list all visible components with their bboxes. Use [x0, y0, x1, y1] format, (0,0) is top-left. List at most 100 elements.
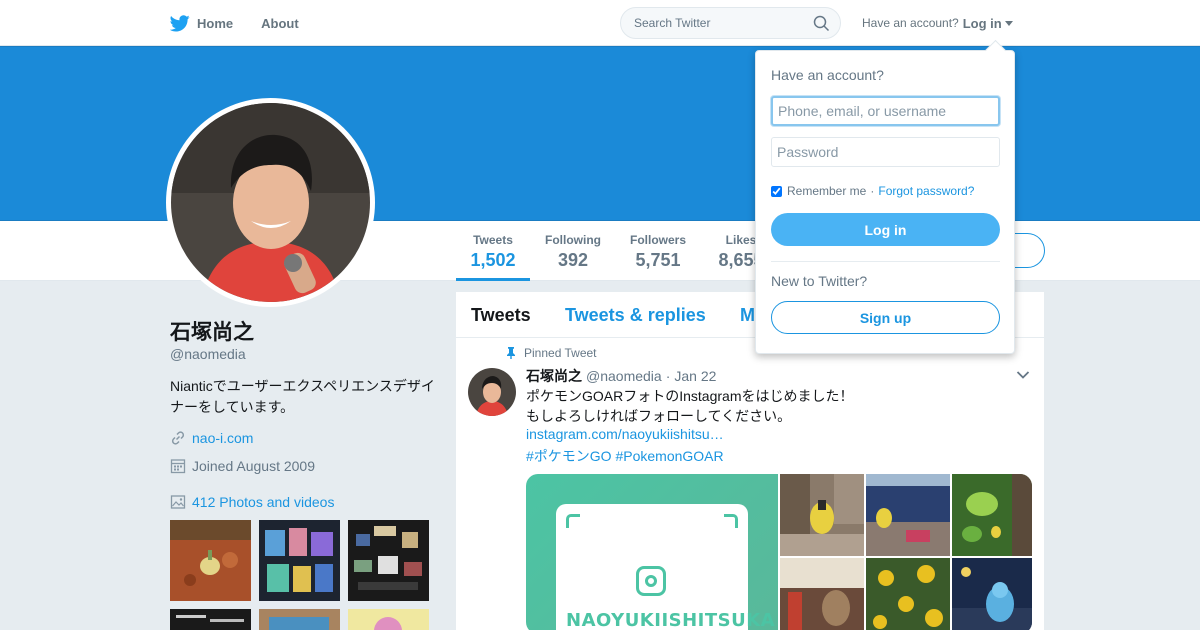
stat-followers[interactable]: Followers 5,751: [628, 233, 688, 271]
media-photo-image: [866, 474, 950, 556]
photos-videos-label: 412 Photos and videos: [192, 494, 335, 510]
media-photo-image: [952, 558, 1032, 630]
photo-thumbnail[interactable]: [348, 609, 429, 630]
login-toggle-label: Log in: [962, 15, 1002, 31]
remember-me-label[interactable]: Remember me: [787, 184, 866, 198]
nametag-corner: [724, 514, 738, 528]
instagram-icon: [636, 566, 666, 596]
media-photo-image: [780, 474, 864, 556]
profile-joined-row: Joined August 2009: [170, 458, 315, 474]
account-area: Have an account? Log in: [862, 0, 1013, 46]
tweet-dot-separator: ·: [665, 368, 671, 384]
tweet-media-grid[interactable]: NAOYUKIISHITSUKA: [526, 474, 1032, 630]
photo-thumbnail[interactable]: [170, 520, 251, 601]
profile-name: 石塚尚之: [170, 321, 254, 344]
tab-tweets-replies[interactable]: Tweets & replies: [565, 305, 706, 326]
media-photo-image: [952, 474, 1032, 556]
tweet-avatar[interactable]: [468, 368, 516, 416]
username-input[interactable]: [771, 96, 1000, 126]
nav-left: Home About: [170, 0, 327, 46]
top-navigation: Home About Search Twitter Have an accoun…: [0, 0, 1200, 46]
tweet-text-line-2: もしよろしければフォローしてください。: [526, 408, 792, 424]
caret-down-icon: [1004, 20, 1013, 26]
profile-website-link[interactable]: nao-i.com: [192, 430, 253, 446]
media-photo[interactable]: [780, 558, 864, 630]
password-input[interactable]: [771, 137, 1000, 167]
remember-me-row: Remember me · Forgot password?: [771, 184, 974, 198]
photo-icon: [170, 495, 186, 509]
pin-icon: [507, 347, 515, 359]
tweet-text: ポケモンGOARフォトのInstagramをはじめました！ もしよろしければフォ…: [526, 386, 853, 426]
search-input[interactable]: Search Twitter: [620, 7, 841, 39]
thumbnail-image: [348, 520, 429, 601]
media-photo[interactable]: [866, 558, 950, 630]
login-dropdown-toggle[interactable]: Log in: [963, 16, 1013, 31]
tweet-date[interactable]: Jan 22: [674, 368, 716, 384]
tweet-header: 石塚尚之 @naomedia · Jan 22: [526, 366, 716, 386]
media-photo[interactable]: [952, 558, 1032, 630]
media-photo[interactable]: [866, 474, 950, 556]
tweet-url-link[interactable]: instagram.com/naoyukiishitsu…: [526, 426, 724, 442]
nametag-username: NAOYUKIISHITSUKA: [566, 610, 776, 630]
tweet-author-handle[interactable]: @naomedia: [586, 368, 662, 384]
avatar-photo: [171, 103, 370, 302]
nametag-card: NAOYUKIISHITSUKA: [556, 504, 776, 630]
login-dropdown: Have an account? Remember me · Forgot pa…: [755, 50, 1015, 354]
photo-thumbnail[interactable]: [259, 609, 340, 630]
photo-thumbnail[interactable]: [348, 520, 429, 601]
stat-tweets-value: 1,502: [470, 250, 516, 270]
active-stat-underline: [456, 278, 530, 281]
stat-tweets[interactable]: Tweets 1,502: [470, 233, 516, 271]
profile-joined: Joined August 2009: [192, 458, 315, 474]
dropdown-divider: [771, 261, 1000, 262]
avatar-portrait-image: [171, 103, 370, 302]
profile-handle[interactable]: @naomedia: [170, 346, 246, 362]
photo-thumbnail[interactable]: [170, 609, 251, 630]
thumbnail-image: [348, 609, 429, 630]
remember-separator: ·: [870, 184, 875, 198]
nav-home[interactable]: Home: [170, 0, 233, 46]
login-dropdown-title: Have an account?: [771, 67, 884, 83]
stat-followers-label: Followers: [629, 233, 686, 247]
tweet-avatar-image: [468, 368, 516, 416]
thumbnail-image: [170, 520, 251, 601]
nav-about-label: About: [261, 15, 299, 31]
media-photo[interactable]: [780, 474, 864, 556]
calendar-icon: [170, 459, 186, 474]
photos-videos-link[interactable]: 412 Photos and videos: [170, 494, 334, 510]
search-placeholder: Search Twitter: [634, 16, 711, 30]
stat-followers-value: 5,751: [635, 250, 681, 270]
pinned-text: Pinned Tweet: [524, 346, 597, 360]
forgot-password-link[interactable]: Forgot password?: [878, 184, 974, 198]
link-icon: [171, 431, 185, 445]
tweet-text-line-1: ポケモンGOARフォトのInstagramをはじめました！: [526, 388, 854, 404]
media-photo[interactable]: [952, 474, 1032, 556]
media-photo-image: [780, 558, 864, 630]
pinned-tweet-label: Pinned Tweet: [506, 346, 597, 360]
new-to-twitter-text: New to Twitter?: [771, 273, 868, 289]
nav-home-label: Home: [197, 15, 234, 31]
profile-bio: Nianticでユーザーエクスペリエンスデザイナーをしています。: [170, 378, 435, 415]
have-account-text: Have an account?: [862, 16, 959, 30]
chevron-down-icon[interactable]: [1016, 370, 1030, 380]
instagram-nametag-image[interactable]: NAOYUKIISHITSUKA: [526, 474, 778, 630]
stat-tweets-label: Tweets: [473, 233, 513, 247]
tweet-author-name[interactable]: 石塚尚之: [526, 366, 582, 386]
thumbnail-image: [259, 609, 340, 630]
profile-avatar[interactable]: [166, 98, 375, 307]
stat-following[interactable]: Following 392: [543, 233, 603, 271]
tweet-hashtags[interactable]: #ポケモンGO #PokemonGOAR: [526, 446, 724, 466]
remember-me-checkbox[interactable]: [771, 185, 782, 197]
photo-thumbnail[interactable]: [259, 520, 340, 601]
nametag-corner: [566, 514, 580, 528]
login-submit-button[interactable]: Log in: [771, 213, 1000, 246]
profile-website-row: nao-i.com: [170, 430, 253, 446]
tab-tweets[interactable]: Tweets: [471, 305, 531, 326]
stat-following-label: Following: [545, 233, 601, 247]
thumbnail-image: [170, 609, 251, 630]
search-icon[interactable]: [813, 15, 830, 32]
signup-button[interactable]: Sign up: [771, 301, 1000, 334]
thumbnail-image: [259, 520, 340, 601]
nav-about[interactable]: About: [261, 0, 299, 46]
twitter-bird-icon: [170, 14, 190, 31]
